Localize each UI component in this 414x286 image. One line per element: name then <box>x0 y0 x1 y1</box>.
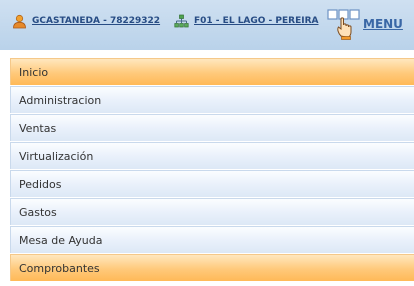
top-header-bar: GCASTANEDA - 78229322 F01 - EL LAGO - PE… <box>0 0 414 50</box>
nav-item-mesa-de-ayuda[interactable]: Mesa de Ayuda <box>10 226 414 253</box>
nav-item-ventas[interactable]: Ventas <box>10 114 414 141</box>
user-label: GCASTANEDA - 78229322 <box>32 16 161 26</box>
menu-button[interactable]: MENU <box>327 6 405 40</box>
nav-item-virtualizacion[interactable]: Virtualización <box>10 142 414 169</box>
nav-item-gastos[interactable]: Gastos <box>10 198 414 225</box>
nav-item-administracion[interactable]: Administracion <box>10 86 414 113</box>
nav-item-pedidos[interactable]: Pedidos <box>10 170 414 197</box>
nav-item-inicio[interactable]: Inicio <box>10 58 414 85</box>
nav-item-comprobantes[interactable]: Comprobantes <box>10 254 414 281</box>
menu-label: MENU <box>363 17 403 31</box>
user-link[interactable]: GCASTANEDA - 78229322 <box>12 12 160 30</box>
branch-link[interactable]: F01 - EL LAGO - PEREIRA <box>174 12 319 30</box>
main-nav-menu: Inicio Administracion Ventas Virtualizac… <box>10 58 414 281</box>
user-icon <box>12 14 27 29</box>
branch-label: F01 - EL LAGO - PEREIRA <box>194 16 319 26</box>
network-icon <box>174 14 189 29</box>
